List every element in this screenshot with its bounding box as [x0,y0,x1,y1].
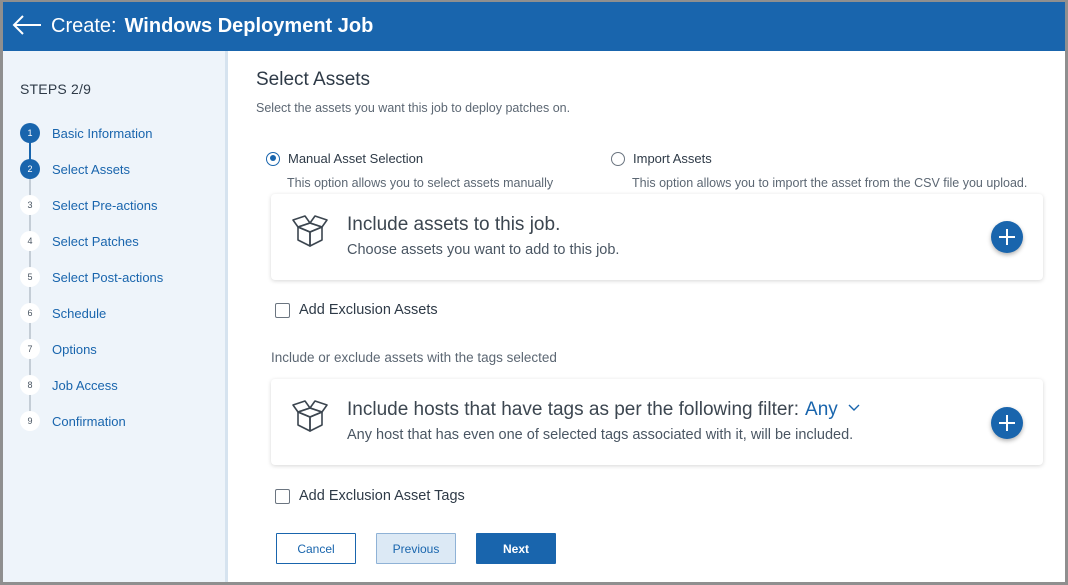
tag-filter-dropdown[interactable]: Any [805,399,861,420]
step-select-post-actions[interactable]: 5 Select Post-actions [20,266,163,288]
page-subtitle: Select the assets you want this job to d… [256,101,571,115]
arrow-left-icon[interactable] [11,14,43,36]
card-title: Include hosts that have tags as per the … [347,399,861,421]
add-assets-button[interactable] [991,221,1023,253]
main-content: Select Assets Select the assets you want… [230,51,1065,582]
manual-asset-selection-radio[interactable]: Manual Asset Selection [266,151,423,166]
step-confirmation[interactable]: 9 Confirmation [20,410,126,432]
previous-button[interactable]: Previous [376,533,456,564]
step-label: Options [52,341,97,357]
open-box-icon [292,215,328,247]
page-header-title: Create: Windows Deployment Job [51,15,373,38]
step-number: 1 [20,123,40,143]
step-label: Basic Information [52,125,153,141]
header-prefix: Create: [51,15,117,37]
step-label: Select Pre-actions [52,197,158,213]
step-basic-information[interactable]: 1 Basic Information [20,122,152,144]
step-label: Confirmation [52,413,126,429]
step-select-assets[interactable]: 2 Select Assets [20,158,130,180]
step-select-pre-actions[interactable]: 3 Select Pre-actions [20,194,158,216]
checkbox-label: Add Exclusion Asset Tags [299,488,465,504]
step-number: 7 [20,339,40,359]
window-frame: Create: Windows Deployment Job STEPS 2/9 … [0,0,1068,585]
next-button[interactable]: Next [476,533,556,564]
step-number: 8 [20,375,40,395]
checkbox-label: Add Exclusion Assets [299,302,438,318]
import-assets-desc: This option allows you to import the ass… [632,176,1028,190]
include-assets-card: Include assets to this job. Choose asset… [271,194,1043,280]
tags-hint-text: Include or exclude assets with the tags … [271,350,557,365]
step-select-patches[interactable]: 4 Select Patches [20,230,139,252]
step-options[interactable]: 7 Options [20,338,97,360]
checkbox-unchecked[interactable] [275,302,290,318]
step-number: 5 [20,267,40,287]
step-schedule[interactable]: 6 Schedule [20,302,106,324]
step-label: Select Assets [52,161,131,177]
add-exclusion-assets-checkbox[interactable]: Add Exclusion Assets [275,302,438,318]
step-number: 3 [20,195,40,215]
step-number: 9 [20,411,40,431]
step-number: 2 [20,159,40,179]
header-bar: Create: Windows Deployment Job [3,2,1065,51]
page-title: Select Assets [256,69,371,90]
radio-label: Import Assets [633,151,712,166]
step-number: 6 [20,303,40,323]
step-number: 4 [20,231,40,251]
tags-filter-title: Include hosts that have tags as per the … [347,399,800,420]
manual-asset-selection-desc: This option allows you to select assets … [287,176,554,190]
header-job-name: Windows Deployment Job [124,15,374,37]
tag-filter-value: Any [805,399,838,420]
radio-label: Manual Asset Selection [288,151,424,166]
add-tags-button[interactable] [991,407,1023,439]
open-box-icon [292,400,328,432]
step-job-access[interactable]: 8 Job Access [20,374,118,396]
card-title: Include assets to this job. [347,214,561,235]
step-label: Select Post-actions [52,269,164,285]
include-tags-card: Include hosts that have tags as per the … [271,379,1043,465]
import-assets-radio[interactable]: Import Assets [611,151,712,166]
step-label: Schedule [52,305,107,321]
checkbox-unchecked[interactable] [275,488,290,504]
card-subtitle: Any host that has even one of selected t… [347,427,854,443]
add-exclusion-asset-tags-checkbox[interactable]: Add Exclusion Asset Tags [275,488,465,504]
step-label: Job Access [52,377,118,393]
chevron-down-icon [848,404,860,411]
card-subtitle: Choose assets you want to add to this jo… [347,242,620,258]
cancel-button[interactable]: Cancel [276,533,356,564]
steps-progress-label: STEPS 2/9 [20,81,92,97]
radio-button-checked[interactable] [266,151,280,166]
steps-sidebar: STEPS 2/9 1 Basic Information 2 Select A… [3,51,228,582]
step-label: Select Patches [52,233,139,249]
radio-button-unchecked[interactable] [611,151,625,166]
